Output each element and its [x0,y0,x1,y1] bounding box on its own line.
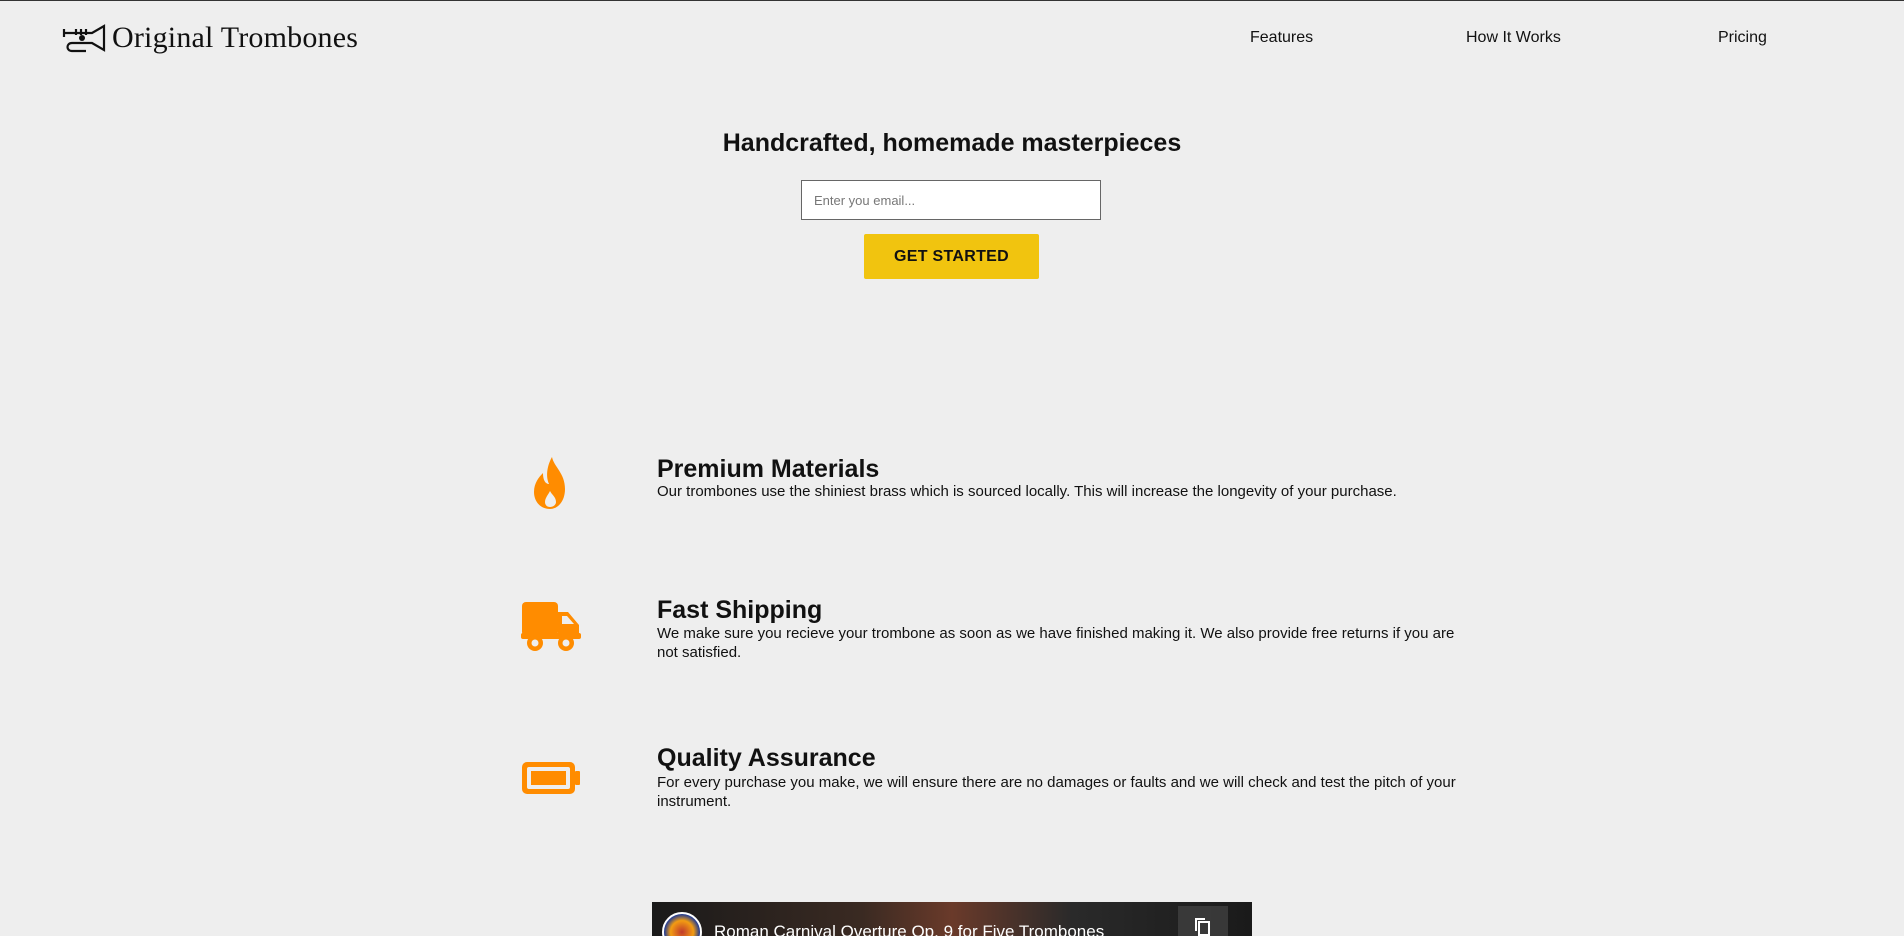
logo[interactable]: Original Trombones [62,21,358,55]
site-header: Original Trombones Features How It Works… [0,1,1904,81]
feature-description: For every purchase you make, we will ens… [657,774,1456,810]
feature-description: We make sure you recieve your trombone a… [657,625,1455,661]
trumpet-logo-icon [62,24,106,53]
copy-link-button[interactable] [1178,906,1228,936]
feature-title: Premium Materials [657,455,880,483]
hero-title: Handcrafted, homemade masterpieces [722,129,1182,157]
video-title[interactable]: Roman Carnival Overture Op. 9 for Five T… [714,922,1104,936]
nav-link-features[interactable]: Features [1250,29,1313,47]
nav-link-how-it-works[interactable]: How It Works [1466,29,1561,47]
copy-icon [1195,918,1210,936]
battery-icon [522,762,580,794]
get-started-button[interactable]: GET STARTED [864,234,1039,279]
fire-icon [534,457,565,509]
feature-title: Fast Shipping [657,596,823,624]
feature-title: Quality Assurance [657,744,876,772]
video-embed[interactable]: Roman Carnival Overture Op. 9 for Five T… [652,902,1252,936]
feature-description: Our trombones use the shiniest brass whi… [657,483,1397,500]
truck-icon [521,602,581,651]
email-input[interactable] [801,180,1101,220]
nav-link-pricing[interactable]: Pricing [1718,29,1767,47]
brand-name: Original Trombones [112,21,359,54]
channel-avatar[interactable] [662,912,702,936]
